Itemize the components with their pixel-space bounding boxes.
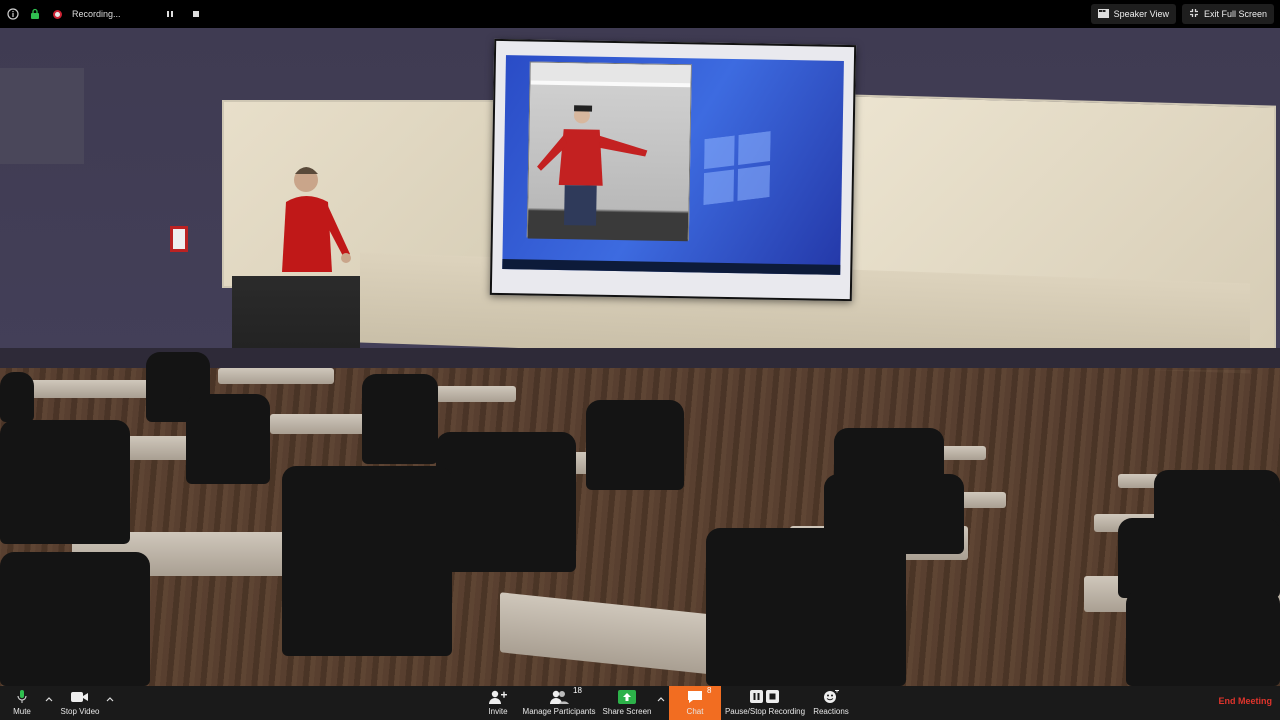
mute-button[interactable]: Mute <box>8 686 36 720</box>
meeting-top-bar: Recording... Speaker View Exit Full Scre… <box>0 0 1280 28</box>
chat-count: 8 <box>707 686 712 695</box>
microphone-icon <box>17 689 27 705</box>
info-icon[interactable] <box>6 7 20 21</box>
speaker-view-label: Speaker View <box>1113 9 1169 19</box>
chair <box>186 394 270 484</box>
pause-icon[interactable] <box>163 7 177 21</box>
caret-up-icon[interactable] <box>44 694 54 704</box>
manage-participants-button[interactable]: 18 Manage Participants <box>522 686 596 720</box>
recording-status-label: Recording... <box>72 9 121 19</box>
pause-stop-recording-button[interactable]: Pause/Stop Recording <box>724 686 806 720</box>
wall-panel <box>0 68 84 164</box>
chair <box>1126 590 1280 686</box>
chair <box>0 420 130 544</box>
projected-taskbar <box>502 259 841 275</box>
stop-video-button[interactable]: Stop Video <box>58 686 102 720</box>
speaker-view-icon <box>1097 8 1109 20</box>
invite-label: Invite <box>488 707 508 716</box>
speaker-view-button[interactable]: Speaker View <box>1090 4 1176 24</box>
chair <box>0 552 150 686</box>
reactions-label: Reactions <box>813 707 849 716</box>
reactions-icon <box>823 689 839 705</box>
presenter-figure <box>282 167 351 272</box>
stop-video-label: Stop Video <box>60 707 100 716</box>
recording-dot-icon <box>50 7 64 21</box>
chat-label: Chat <box>686 707 704 716</box>
exit-fullscreen-label: Exit Full Screen <box>1203 9 1267 19</box>
chair <box>824 474 964 554</box>
projected-desktop <box>502 55 844 275</box>
share-screen-button[interactable]: Share Screen <box>602 686 652 720</box>
share-screen-label: Share Screen <box>602 707 652 716</box>
chat-button[interactable]: 8 Chat <box>669 686 721 720</box>
add-person-icon <box>489 689 507 705</box>
caret-up-icon[interactable] <box>656 694 666 704</box>
desk <box>940 446 986 460</box>
end-meeting-button[interactable]: End Meeting <box>1219 696 1273 706</box>
participants-icon: 18 <box>549 686 582 705</box>
pause-stop-recording-icon <box>750 689 780 705</box>
chair <box>0 372 34 422</box>
share-screen-icon <box>618 689 636 705</box>
chair <box>586 400 684 490</box>
desk <box>28 380 156 398</box>
shared-video-feed <box>0 28 1280 686</box>
exit-fullscreen-icon <box>1189 8 1199 20</box>
lock-icon[interactable] <box>28 7 42 21</box>
desk <box>436 386 516 402</box>
chair <box>1118 518 1280 598</box>
chair <box>436 432 576 572</box>
video-camera-icon <box>71 689 89 705</box>
chair <box>282 466 452 656</box>
participants-count: 18 <box>573 686 582 695</box>
exit-fullscreen-button[interactable]: Exit Full Screen <box>1181 4 1274 24</box>
wall-sign <box>170 226 188 252</box>
windows-logo-icon <box>703 131 771 206</box>
manage-participants-label: Manage Participants <box>522 707 596 716</box>
caret-up-icon[interactable] <box>105 694 115 704</box>
reactions-button[interactable]: Reactions <box>812 686 850 720</box>
chat-icon: 8 <box>687 686 711 705</box>
pause-stop-recording-label: Pause/Stop Recording <box>724 707 806 716</box>
invite-button[interactable]: Invite <box>484 686 512 720</box>
mute-label: Mute <box>13 707 31 716</box>
chair <box>362 374 438 464</box>
desk <box>1118 474 1158 488</box>
projector-screen <box>489 38 857 302</box>
meeting-controls-toolbar: Mute Stop Video Invite 18 Manage Partici… <box>0 686 1280 720</box>
projected-browser-window <box>526 61 692 242</box>
desk <box>960 492 1006 508</box>
projected-presenter <box>537 105 648 226</box>
stop-icon[interactable] <box>189 7 203 21</box>
desk <box>218 368 334 384</box>
